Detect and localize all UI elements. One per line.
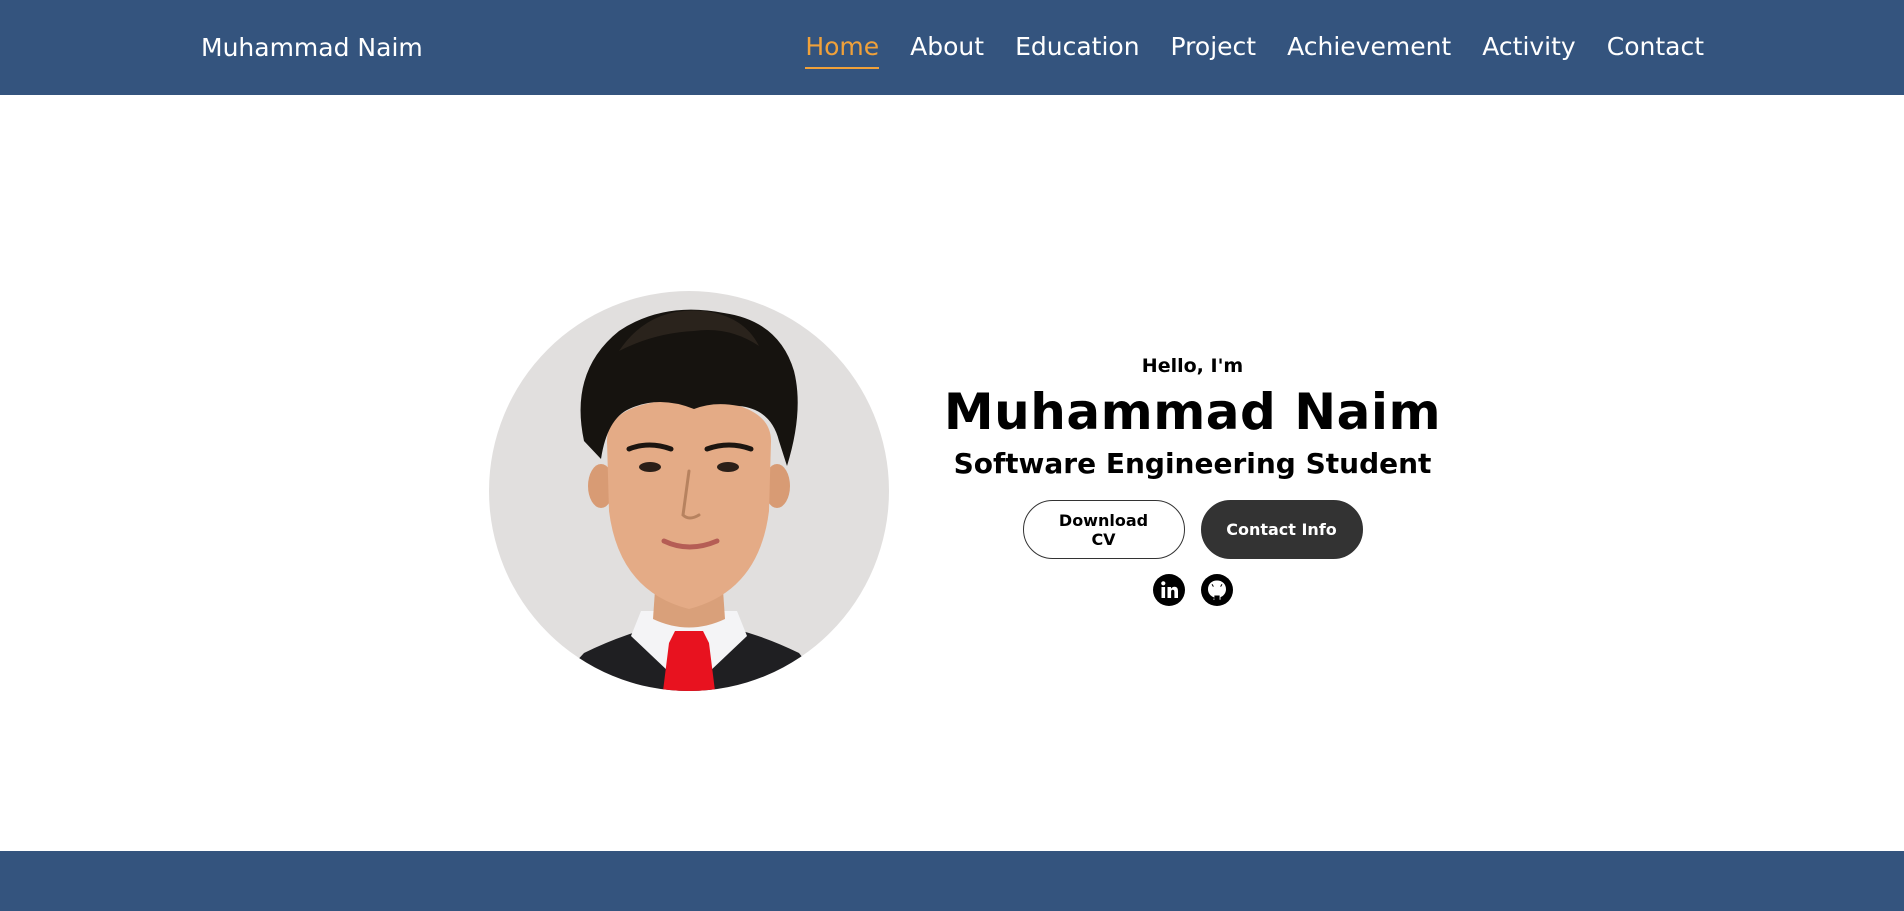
nav-item-education: Education	[1015, 32, 1139, 69]
nav-links: Home About Education Project Achievement…	[805, 32, 1704, 69]
nav-link-achievement[interactable]: Achievement	[1287, 32, 1451, 69]
brand-logo-link[interactable]: Muhammad Naim	[201, 33, 423, 62]
nav-link-contact[interactable]: Contact	[1607, 32, 1704, 69]
hero-buttons: Download CV Contact Info	[940, 500, 1445, 559]
footer-band	[0, 851, 1904, 911]
download-cv-button[interactable]: Download CV	[1022, 500, 1185, 559]
contact-info-button[interactable]: Contact Info	[1200, 500, 1363, 559]
hero-greeting: Hello, I'm	[1141, 355, 1244, 377]
nav-item-project: Project	[1171, 32, 1257, 69]
profile-picture	[489, 291, 889, 691]
hero-section: Hello, I'm Muhammad Naim Software Engine…	[940, 355, 1445, 606]
nav-item-achievement: Achievement	[1287, 32, 1451, 69]
social-links	[940, 574, 1445, 606]
nav-item-activity: Activity	[1482, 32, 1576, 69]
nav-link-education[interactable]: Education	[1015, 32, 1139, 69]
profile-portrait-illustration	[549, 309, 829, 691]
hero-title: Software Engineering Student	[953, 447, 1432, 480]
nav-link-activity[interactable]: Activity	[1482, 32, 1576, 69]
nav-link-about[interactable]: About	[910, 32, 984, 69]
navbar: Muhammad Naim Home About Education Proje…	[0, 0, 1904, 95]
nav-item-contact: Contact	[1607, 32, 1704, 69]
github-icon[interactable]	[1200, 574, 1233, 606]
linkedin-icon[interactable]	[1152, 574, 1185, 606]
nav-link-home[interactable]: Home	[805, 32, 879, 69]
hero-name: Muhammad Naim	[943, 383, 1442, 441]
nav-item-home: Home	[805, 32, 879, 69]
nav-item-about: About	[910, 32, 984, 69]
nav-link-project[interactable]: Project	[1171, 32, 1257, 69]
